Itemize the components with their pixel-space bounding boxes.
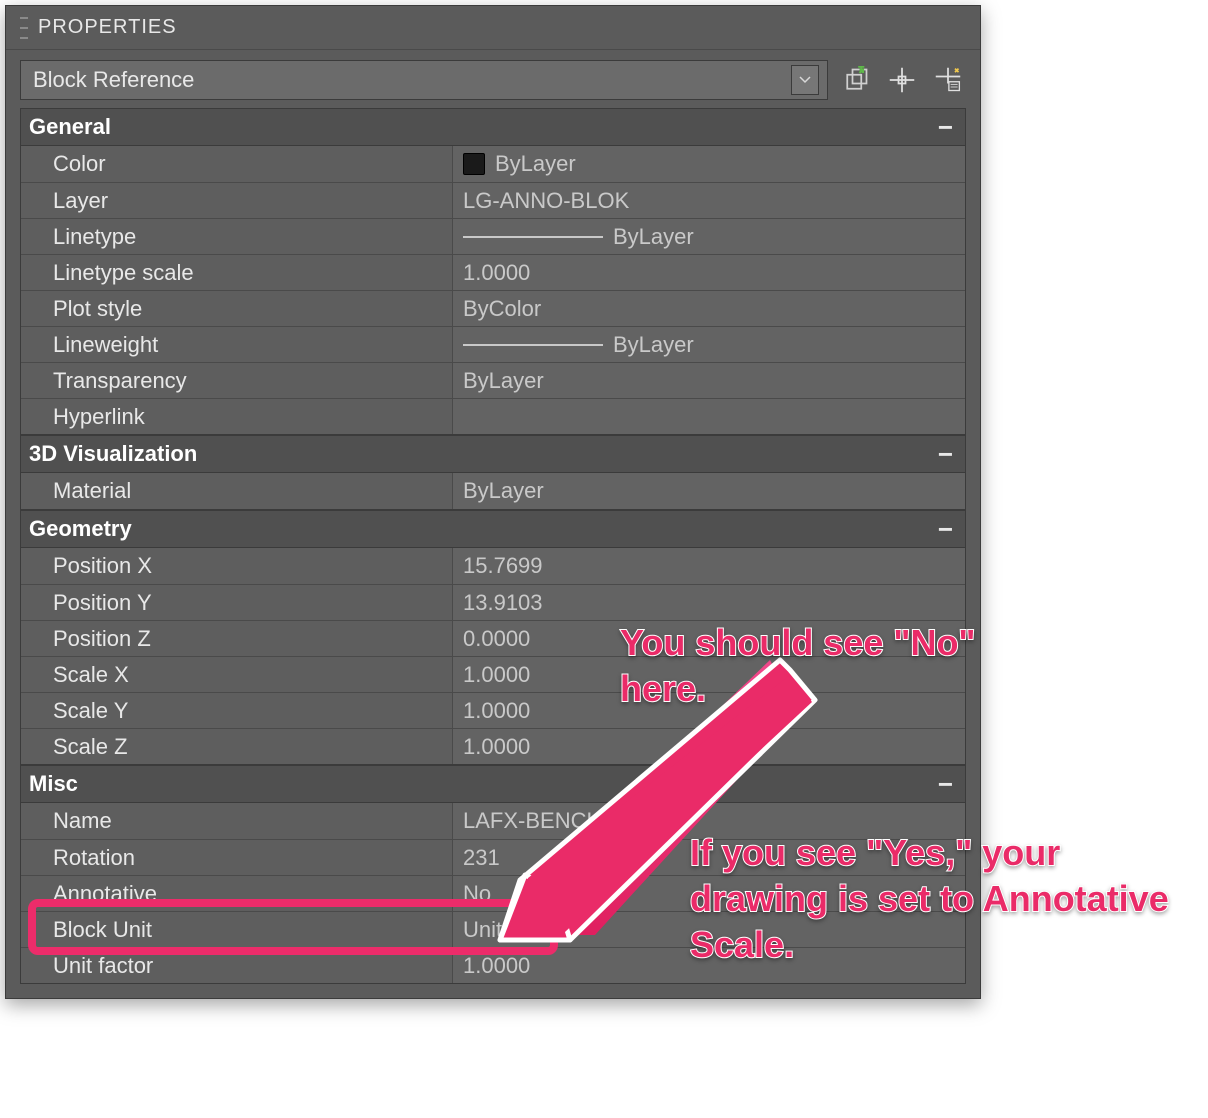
row-value[interactable]: 1.0000	[453, 255, 965, 290]
row-label: Position X	[21, 548, 453, 584]
row-value[interactable]: ByColor	[453, 291, 965, 326]
row-label: Scale X	[21, 657, 453, 692]
row-label: Material	[21, 473, 453, 509]
row-label: Lineweight	[21, 327, 453, 362]
row-value[interactable]	[453, 399, 965, 434]
panel-title: PROPERTIES	[38, 16, 177, 39]
row-label: Plot style	[21, 291, 453, 326]
section-header-general[interactable]: General −	[20, 108, 966, 146]
panel-titlebar: PROPERTIES	[6, 6, 980, 50]
collapse-icon[interactable]: −	[938, 516, 953, 542]
dropdown-value: Block Reference	[33, 67, 194, 93]
annotation-text-bottom: If you see "Yes," your drawing is set to…	[690, 830, 1190, 968]
row-value[interactable]: 1.0000	[453, 729, 965, 764]
toolbar-row: Block Reference	[6, 50, 980, 108]
row-label: Scale Z	[21, 729, 453, 764]
row-label: Rotation	[21, 840, 453, 875]
row-label: Color	[21, 146, 453, 182]
row-value[interactable]: ByLayer	[453, 327, 965, 362]
row-label: Position Y	[21, 585, 453, 620]
toggle-pim-icon[interactable]	[838, 62, 874, 98]
row-label: Layer	[21, 183, 453, 218]
row-label: Block Unit	[21, 912, 453, 947]
row-plot-style[interactable]: Plot style ByColor	[21, 290, 965, 326]
row-transparency[interactable]: Transparency ByLayer	[21, 362, 965, 398]
row-label: Name	[21, 803, 453, 839]
row-value[interactable]: ByLayer	[453, 363, 965, 398]
collapse-icon[interactable]: −	[938, 771, 953, 797]
row-label: Position Z	[21, 621, 453, 656]
collapse-icon[interactable]: −	[938, 441, 953, 467]
row-label: Linetype	[21, 219, 453, 254]
section-title: Misc	[29, 771, 78, 797]
section-title: General	[29, 114, 111, 140]
row-hyperlink[interactable]: Hyperlink	[21, 398, 965, 434]
row-linetype[interactable]: Linetype ByLayer	[21, 218, 965, 254]
value-text: ByLayer	[613, 332, 694, 358]
row-position-y[interactable]: Position Y 13.9103	[21, 584, 965, 620]
row-position-x[interactable]: Position X 15.7699	[21, 548, 965, 584]
row-label: Scale Y	[21, 693, 453, 728]
crosshair-icon[interactable]	[884, 62, 920, 98]
section-header-geometry[interactable]: Geometry −	[20, 510, 966, 548]
section-title: 3D Visualization	[29, 441, 197, 467]
row-value[interactable]: LG-ANNO-BLOK	[453, 183, 965, 218]
section-header-misc[interactable]: Misc −	[20, 765, 966, 803]
rows-general: Color ByLayer Layer LG-ANNO-BLOK Linetyp…	[20, 146, 966, 435]
quick-select-icon[interactable]	[930, 62, 966, 98]
collapse-icon[interactable]: −	[938, 114, 953, 140]
row-value[interactable]: 15.7699	[453, 548, 965, 584]
row-layer[interactable]: Layer LG-ANNO-BLOK	[21, 182, 965, 218]
row-label: Transparency	[21, 363, 453, 398]
section-general: General − Color ByLayer Layer LG-ANNO-BL…	[20, 108, 966, 435]
row-label: Annotative	[21, 876, 453, 911]
row-scale-z[interactable]: Scale Z 1.0000	[21, 728, 965, 764]
row-lineweight[interactable]: Lineweight ByLayer	[21, 326, 965, 362]
value-text: ByLayer	[495, 151, 576, 177]
object-type-dropdown[interactable]: Block Reference	[20, 60, 828, 100]
row-value[interactable]: ByLayer	[453, 146, 965, 182]
section-title: Geometry	[29, 516, 132, 542]
row-label: Unit factor	[21, 948, 453, 983]
row-value[interactable]: ByLayer	[453, 219, 965, 254]
section-3d-visualization: 3D Visualization − Material ByLayer	[20, 435, 966, 510]
row-color[interactable]: Color ByLayer	[21, 146, 965, 182]
linetype-preview-icon	[463, 236, 603, 238]
lineweight-preview-icon	[463, 344, 603, 346]
row-value[interactable]: 13.9103	[453, 585, 965, 620]
row-linetype-scale[interactable]: Linetype scale 1.0000	[21, 254, 965, 290]
rows-3d: Material ByLayer	[20, 473, 966, 510]
grip-icon[interactable]	[20, 17, 28, 39]
color-swatch-icon	[463, 153, 485, 175]
row-label: Hyperlink	[21, 399, 453, 434]
value-text: ByLayer	[613, 224, 694, 250]
row-label: Linetype scale	[21, 255, 453, 290]
row-material[interactable]: Material ByLayer	[21, 473, 965, 509]
section-header-3d[interactable]: 3D Visualization −	[20, 435, 966, 473]
chevron-down-icon[interactable]	[791, 65, 819, 95]
row-value[interactable]: ByLayer	[453, 473, 965, 509]
annotation-text-top: You should see "No" here.	[620, 620, 1000, 712]
